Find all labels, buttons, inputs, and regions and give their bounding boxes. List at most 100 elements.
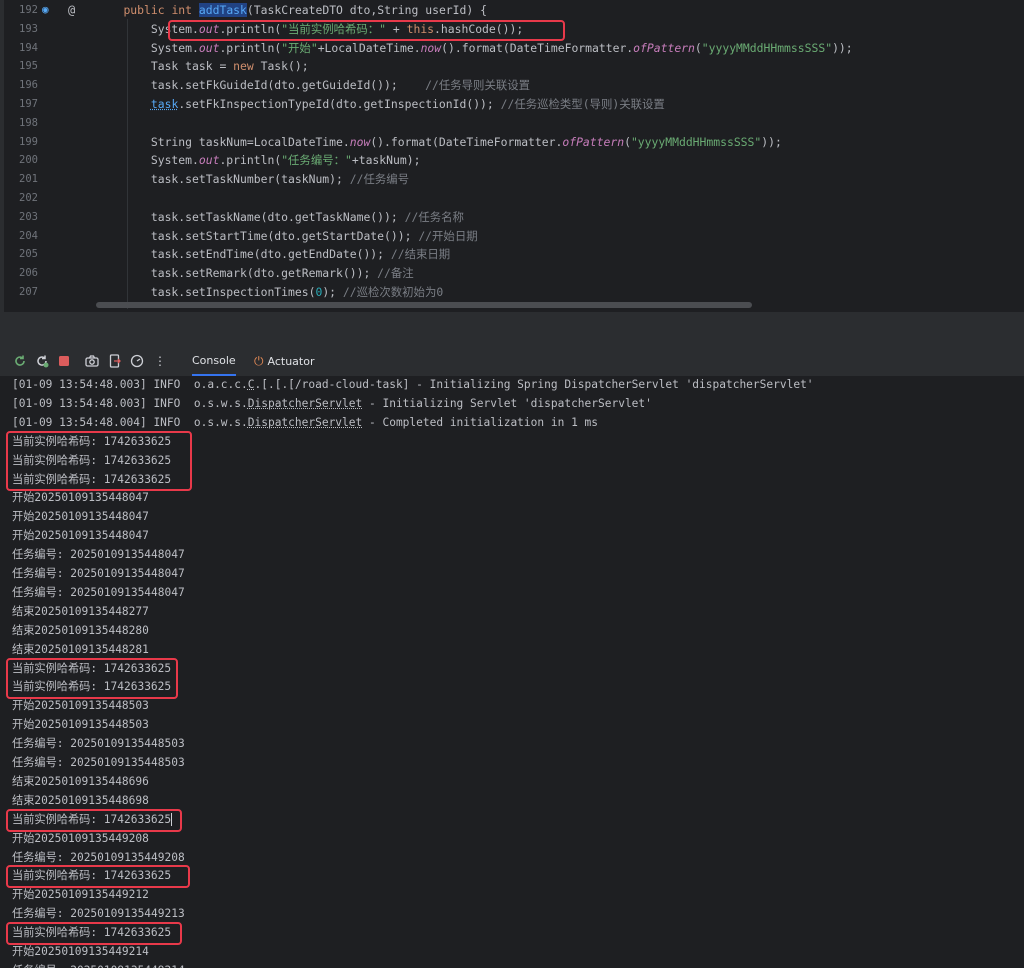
code-line[interactable]: task.setInspectionTimes(0); //巡检次数初始为0	[96, 283, 443, 302]
code-token: public	[123, 3, 172, 17]
console-line: 开始20250109135448047	[12, 527, 149, 546]
tab-actuator[interactable]: ⏻ Actuator	[254, 346, 314, 376]
code-token: out	[198, 40, 220, 55]
panel-splitter[interactable]	[0, 312, 1024, 346]
code-line[interactable]: System.out.println("任务编号："+taskNum);	[96, 151, 421, 170]
console-text: 开始20250109135448047	[12, 491, 149, 505]
code-token: task.setTaskNumber(taskNum);	[96, 172, 350, 187]
console-text: 结束20250109135448281	[12, 642, 149, 656]
code-token: ofPattern	[633, 40, 695, 55]
console-line: 结束20250109135448281	[12, 641, 149, 660]
line-number: 193	[19, 22, 38, 35]
profiler-icon[interactable]	[129, 353, 145, 369]
code-token: task.setInspectionTimes(	[96, 285, 316, 299]
console-line: 开始20250109135449212	[12, 886, 149, 905]
gutter-row: 201	[4, 170, 96, 189]
console-text: 开始20250109135448503	[12, 718, 149, 732]
console-text: 任务编号: 20250109135448047	[12, 585, 185, 599]
gutter-row: 203	[4, 208, 96, 227]
gutter-row: 205	[4, 245, 96, 264]
console-line: 结束20250109135448696	[12, 773, 149, 792]
code-line[interactable]: task.setTaskNumber(taskNum); //任务编号	[96, 170, 409, 189]
line-number: 198	[19, 116, 38, 129]
line-number: 195	[19, 60, 38, 73]
code-token: "任务编号："	[281, 153, 352, 168]
line-number: 199	[19, 135, 38, 148]
code-line[interactable]: System.out.println("开始"+LocalDateTime.no…	[96, 39, 853, 58]
more-icon[interactable]: ⋮	[152, 353, 168, 369]
console-output[interactable]: [01-09 13:54:48.003] INFO o.a.c.c.C.[.[.…	[0, 377, 1024, 968]
code-line[interactable]: task.setStartTime(dto.getStartDate()); /…	[96, 227, 478, 246]
highlight-box-console	[6, 922, 182, 945]
line-number-gutter: 192 ◉ @193 194 195 196 197 198 199 200 201 202 203 20…	[4, 0, 96, 312]
console-line: 开始20250109135448503	[12, 716, 149, 735]
code-token: Task();	[260, 59, 309, 74]
code-token: int	[171, 3, 199, 17]
camera-icon[interactable]	[84, 353, 100, 369]
line-number: 205	[19, 248, 38, 261]
code-token: task.setRemark(dto.getRemark());	[96, 266, 378, 281]
console-text: - Initializing Servlet 'dispatcherServle…	[362, 396, 652, 410]
annotation-icon: @	[68, 3, 76, 17]
rerun-icon[interactable]	[12, 353, 28, 369]
tab-console[interactable]: Console	[192, 346, 236, 376]
code-token: userId) {	[425, 3, 487, 17]
code-token: //任务巡检类型(导则)关联设置	[500, 97, 665, 111]
gutter-row: 200	[4, 151, 96, 170]
code-token: .println(	[219, 153, 282, 168]
console-text: 结束20250109135448696	[12, 774, 149, 788]
gutter-row: 204	[4, 227, 96, 246]
code-token: .setFkInspectionTypeId(dto.getInspection…	[178, 97, 501, 111]
code-line[interactable]: task.setTaskName(dto.getTaskName()); //任…	[96, 208, 464, 227]
gutter-row: 202	[4, 189, 96, 208]
code-line[interactable]: task.setEndTime(dto.getEndDate()); //结束日…	[96, 245, 450, 264]
code-token: (	[694, 40, 702, 55]
code-line[interactable]: String taskNum=LocalDateTime.now().forma…	[96, 133, 782, 152]
code-token: ofPattern	[562, 134, 625, 149]
code-line[interactable]: Task task = new Task();	[96, 57, 309, 76]
code-token: //备注	[377, 266, 414, 281]
code-token: .println(	[219, 40, 282, 55]
code-token: ));	[832, 40, 853, 55]
code-area[interactable]: public int addTask(TaskCreateDTO dto,Str…	[96, 0, 1024, 312]
console-text: 结束20250109135448277	[12, 604, 149, 618]
code-token: task.setFkGuideId(dto.getGuideId());	[96, 78, 426, 93]
code-line[interactable]: public int addTask(TaskCreateDTO dto,Str…	[96, 1, 487, 20]
code-token: System.	[96, 153, 199, 168]
code-line[interactable]: task.setFkGuideId(dto.getGuideId()); //任…	[96, 76, 530, 95]
gutter-row: 206	[4, 264, 96, 283]
line-number: 192	[19, 4, 38, 16]
console-line: [01-09 13:54:48.003] INFO o.s.w.s.Dispat…	[12, 395, 652, 414]
console-line: [01-09 13:54:48.003] INFO o.a.c.c.C.[.[.…	[12, 377, 814, 395]
stop-icon[interactable]	[56, 353, 72, 369]
code-token: //巡检次数初始为0	[342, 285, 444, 299]
console-text: 开始20250109135448503	[12, 699, 149, 713]
highlight-box-code	[168, 20, 565, 41]
console-text: 任务编号: 20250109135448047	[12, 548, 185, 562]
implement-marker-icon[interactable]: ◉	[42, 1, 49, 20]
console-text: 任务编号: 20250109135449208	[12, 850, 185, 864]
line-number: 200	[19, 154, 38, 167]
restart-icon[interactable]	[34, 353, 50, 369]
console-text: 任务编号: 20250109135448047	[12, 567, 185, 580]
console-text: 结束20250109135448698	[12, 793, 149, 807]
console-line: 开始20250109135448047	[12, 489, 149, 508]
code-line[interactable]: task.setFkInspectionTypeId(dto.getInspec…	[96, 95, 665, 114]
line-number: 196	[19, 79, 38, 92]
code-editor[interactable]: 192 ◉ @193 194 195 196 197 198 199 200 201 202 203 20…	[0, 0, 1024, 312]
code-token: //结束日期	[390, 247, 451, 262]
console-text: C	[247, 378, 255, 391]
exit-icon[interactable]	[107, 353, 123, 369]
code-token: new	[233, 59, 261, 74]
code-token: addTask	[198, 3, 247, 17]
code-token: //任务编号	[349, 172, 410, 187]
console-line: 任务编号: 20250109135448503	[12, 754, 185, 773]
console-line: 开始20250109135448503	[12, 697, 149, 716]
horizontal-scrollbar[interactable]	[96, 302, 752, 308]
code-line[interactable]: task.setRemark(dto.getRemark()); //备注	[96, 264, 414, 283]
tab-console-label: Console	[192, 354, 236, 367]
console-line: [01-09 13:54:48.004] INFO o.s.w.s.Dispat…	[12, 414, 598, 433]
gutter-row: 192 ◉ @	[4, 1, 96, 20]
